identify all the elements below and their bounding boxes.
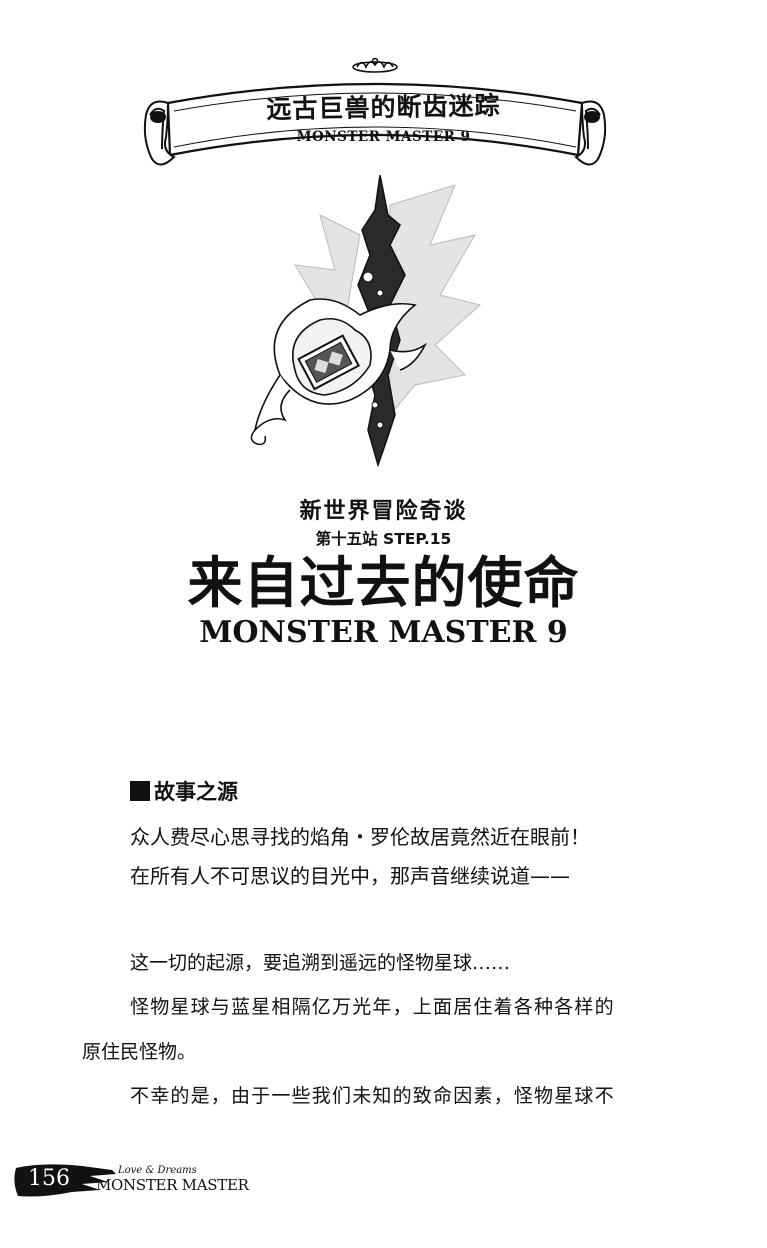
footer-brand: MONSTER MASTER: [96, 1176, 249, 1194]
step-label: 第十五站 STEP.15: [315, 530, 452, 548]
series-title: 新世界冒险奇谈: [299, 499, 468, 524]
banner-title: 远古巨兽的断齿迷踪: [266, 90, 501, 125]
body-paragraph-line: 不幸的是，由于一些我们未知的致命因素，怪物星球不: [130, 1085, 615, 1107]
footer-tagline: Love & Dreams: [118, 1165, 197, 1176]
chapter-title: 来自过去的使命: [187, 551, 580, 615]
crown-ornament-icon: [352, 57, 398, 73]
body-paragraph-line: 原住民怪物。: [82, 1041, 197, 1063]
banner-subtitle: MONSTER MASTER 9: [296, 129, 471, 145]
summary-line: 在所有人不可思议的目光中，那声音继续说道——: [130, 864, 570, 888]
square-bullet-icon: [130, 781, 150, 801]
summary-heading-text: 故事之源: [154, 780, 238, 804]
page-number: 156: [28, 1166, 70, 1191]
body-paragraph-line: 这一切的起源，要追溯到遥远的怪物星球……: [130, 952, 511, 974]
chapter-subtitle: MONSTER MASTER 9: [199, 615, 568, 650]
flaming-card-emblem-icon: [250, 175, 482, 468]
summary-heading: 故事之源: [130, 776, 238, 806]
body-paragraph-line: 怪物星球与蓝星相隔亿万光年，上面居住着各种各样的: [130, 996, 615, 1018]
summary-line: 众人费尽心思寻找的焰角・罗伦故居竟然近在眼前！: [130, 825, 590, 849]
